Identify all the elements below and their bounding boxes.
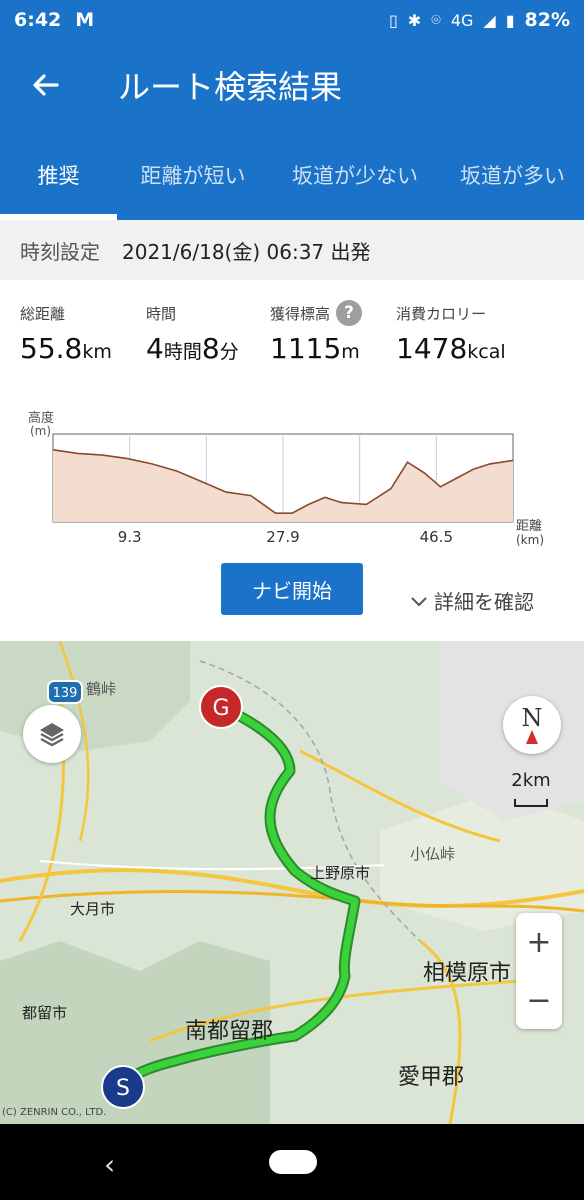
stat-distance-value: 55.8 xyxy=(20,332,83,365)
time-setting-row[interactable]: 時刻設定 2021/6/18(金) 06:37 出発 xyxy=(0,220,584,280)
details-toggle[interactable]: 詳細を確認 xyxy=(410,586,534,615)
battery-percent: 82% xyxy=(524,9,570,31)
map-label: 大月市 xyxy=(70,900,116,918)
tab-least-slope[interactable]: 坂道が少ない xyxy=(269,130,441,220)
x-tick-label: 46.5 xyxy=(420,528,453,546)
map-label: 鶴峠 xyxy=(86,680,117,698)
map-label: 愛甲郡 xyxy=(398,1065,465,1090)
time-setting-label: 時刻設定 xyxy=(20,239,100,264)
zoom-controls: + − xyxy=(516,913,562,1029)
compass-needle-icon xyxy=(526,730,538,744)
stat-elevation-label: 獲得標高 xyxy=(270,304,331,323)
stat-calories-value: 1478 xyxy=(396,332,468,365)
map-canvas: 139 G S xyxy=(0,641,584,1124)
tab-shortest[interactable]: 距離が短い xyxy=(117,130,269,220)
stat-calories-label: 消費カロリー xyxy=(396,304,487,323)
elevation-profile: 高度 (m) 9.3 27.9 46.5 距離 (km) xyxy=(0,404,584,556)
map-label: 都留市 xyxy=(22,1004,68,1022)
stat-elevation-unit: m xyxy=(341,341,360,363)
zoom-in-button[interactable]: + xyxy=(516,913,562,971)
x-tick-label: 9.3 xyxy=(118,528,142,546)
bluetooth-icon: ✱ xyxy=(407,10,422,30)
stat-duration: 時間 4時間8分 xyxy=(146,296,239,366)
system-home-pill[interactable] xyxy=(269,1150,317,1174)
map-label: 南都留郡 xyxy=(185,1019,274,1044)
stat-duration-minutes: 8 xyxy=(201,332,220,365)
stat-elevation: 獲得標高? 1115m xyxy=(270,296,363,365)
x-axis-unit: (km) xyxy=(516,533,544,547)
battery-icon: ▮ xyxy=(505,10,515,30)
goal-marker-label: G xyxy=(212,696,229,721)
departure-time: 2021/6/18(金) 06:37 出発 xyxy=(122,239,371,264)
status-icons: ▯ ✱ ⌾ 4G ◢ ▮ 82% xyxy=(389,9,570,31)
tab-recommended[interactable]: 推奨 xyxy=(0,130,117,220)
stat-elevation-value: 1115 xyxy=(270,332,342,365)
start-navigation-button[interactable]: ナビ開始 xyxy=(221,563,363,615)
elevation-chart: 高度 (m) 9.3 27.9 46.5 距離 (km) xyxy=(28,410,544,547)
system-back-icon[interactable]: ‹ xyxy=(104,1148,115,1181)
map-label: 相模原市 xyxy=(423,961,512,986)
stat-duration-minutes-unit: 分 xyxy=(219,341,239,363)
map-copyright: (C) ZENRIN CO., LTD. xyxy=(2,1107,107,1118)
layers-button[interactable] xyxy=(23,705,81,763)
back-arrow-icon[interactable] xyxy=(0,70,90,100)
map-scale: 2km xyxy=(505,770,557,812)
route-shield-number: 139 xyxy=(53,686,78,701)
stat-calories-unit: kcal xyxy=(467,341,506,363)
gmail-icon: M xyxy=(75,9,95,31)
route-tabs: 推奨 距離が短い 坂道が少ない 坂道が多い xyxy=(0,130,584,220)
status-time: 6:42 xyxy=(14,9,62,31)
scale-bar xyxy=(514,799,548,807)
layers-icon xyxy=(40,723,64,747)
app-bar: ルート検索結果 xyxy=(0,40,584,130)
nfc-icon: ▯ xyxy=(388,10,398,30)
route-map[interactable]: 139 G S 上野原市 大月市 都留市 南都留郡 相模原市 愛甲郡 小仏峠 鶴… xyxy=(0,641,584,1124)
chevron-down-icon xyxy=(411,596,427,606)
stat-distance: 総距離 55.8km xyxy=(20,296,112,366)
x-tick-label: 27.9 xyxy=(266,528,299,546)
x-ticks: 9.3 27.9 46.5 xyxy=(118,528,453,546)
route-stats: 総距離 55.8km 時間 4時間8分 獲得標高? 1115m 消費カロリー 1… xyxy=(0,296,584,376)
status-bar: 6:42 M ▯ ✱ ⌾ 4G ◢ ▮ 82% xyxy=(0,0,584,40)
map-label: 小仏峠 xyxy=(410,845,456,863)
network-label: 4G xyxy=(450,10,474,30)
help-icon[interactable]: ? xyxy=(336,300,363,326)
stat-duration-hours-unit: 時間 xyxy=(163,341,202,363)
zoom-out-button[interactable]: − xyxy=(516,971,562,1029)
signal-icon: ◢ xyxy=(483,10,496,30)
stat-duration-hours: 4 xyxy=(146,332,164,365)
compass-north-label: N xyxy=(521,704,543,732)
details-label: 詳細を確認 xyxy=(434,590,534,614)
map-scale-label: 2km xyxy=(511,770,551,791)
page-title: ルート検索結果 xyxy=(118,68,343,106)
tab-most-slope[interactable]: 坂道が多い xyxy=(441,130,584,220)
x-axis-label: 距離 xyxy=(516,519,542,534)
stat-distance-label: 総距離 xyxy=(20,304,66,323)
stat-duration-label: 時間 xyxy=(146,304,177,323)
compass-button[interactable]: N xyxy=(503,696,561,754)
stat-distance-unit: km xyxy=(82,341,112,363)
stat-calories: 消費カロリー 1478kcal xyxy=(396,296,506,366)
system-nav-bar: ‹ xyxy=(0,1124,584,1200)
location-icon: ⌾ xyxy=(431,10,441,29)
start-marker-label: S xyxy=(116,1076,130,1101)
map-label: 上野原市 xyxy=(310,864,371,882)
y-axis-unit: (m) xyxy=(30,424,51,438)
